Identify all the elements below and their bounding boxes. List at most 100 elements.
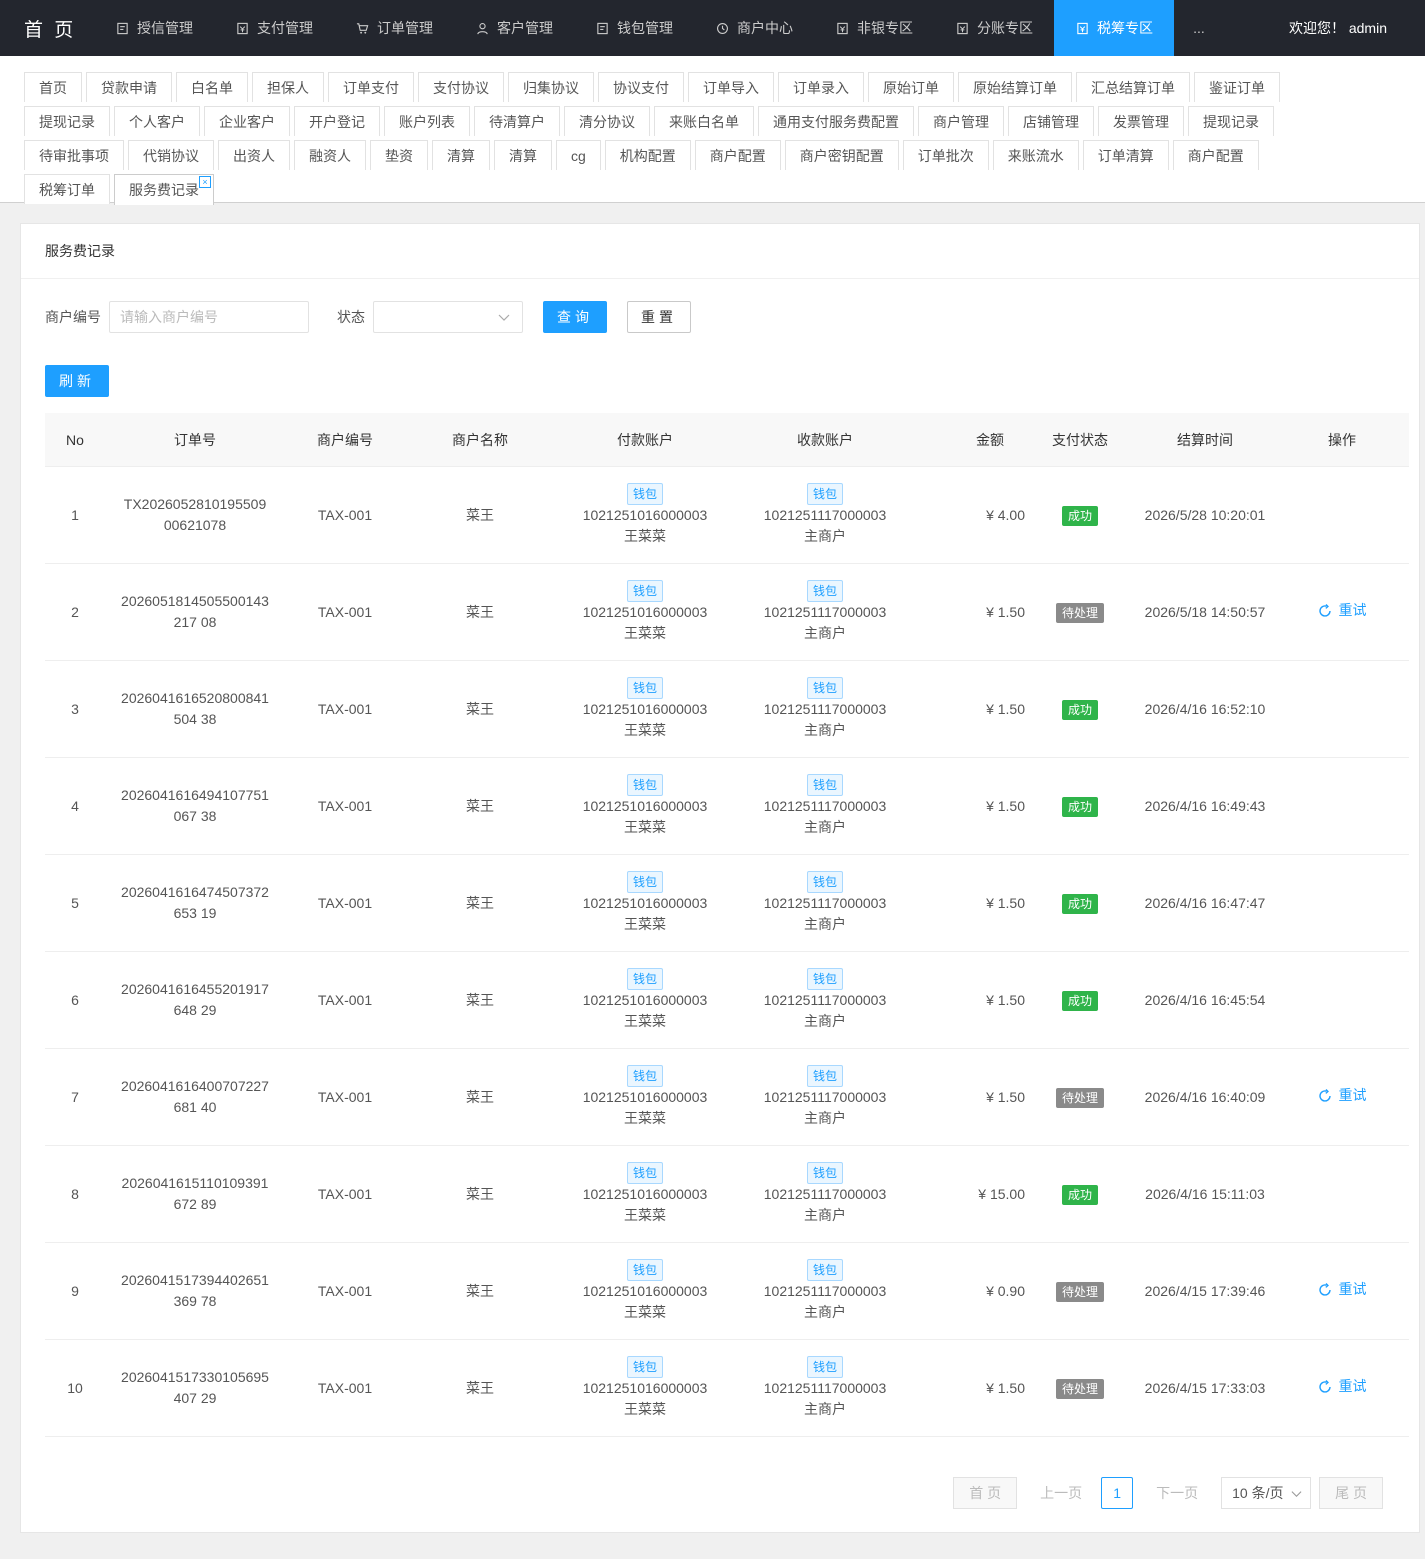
order-number: 2026041616520800841504 38 — [121, 690, 269, 727]
doc-icon — [595, 21, 609, 35]
tab-row3-8[interactable]: 机构配置 — [604, 140, 691, 170]
tab-row2-6[interactable]: 清分协议 — [564, 106, 650, 136]
tab-row1-9[interactable]: 订单录入 — [778, 72, 864, 102]
tab-label: cg — [571, 147, 586, 164]
tab-row2-10[interactable]: 店铺管理 — [1008, 106, 1094, 136]
column-header: 操作 — [1328, 431, 1356, 448]
retry-button[interactable]: 重试 — [1318, 1279, 1367, 1300]
menu-item-2[interactable]: 订单管理 — [334, 0, 454, 56]
menu-item-7[interactable]: 分账专区 — [934, 0, 1054, 56]
order-cell: 2026041615110109391672 89 — [105, 1173, 285, 1215]
tab-row1-6[interactable]: 归集协议 — [508, 72, 594, 102]
refresh-icon — [1318, 1088, 1339, 1103]
wallet-tag: 钱包 — [806, 1356, 843, 1378]
tab-row2-2[interactable]: 企业客户 — [204, 106, 290, 136]
merchant-no-input[interactable] — [109, 301, 309, 333]
tab-row3-7[interactable]: cg — [556, 140, 601, 170]
tab-row3-6[interactable]: 清算 — [494, 140, 552, 170]
tab-row3-1[interactable]: 代销协议 — [128, 140, 214, 170]
menu-item-8[interactable]: 税筹专区 — [1054, 0, 1174, 56]
menu-more-button[interactable]: ... — [1174, 0, 1224, 56]
tab-row1-13[interactable]: 鉴证订单 — [1194, 72, 1280, 102]
account-block: 钱包 1021251016000003 王菜菜 — [555, 1259, 735, 1323]
tab-row2-3[interactable]: 开户登记 — [294, 106, 380, 136]
status-cell: 成功 — [1025, 699, 1135, 720]
menu-item-0[interactable]: 授信管理 — [94, 0, 214, 56]
status-badge: 待处理 — [1055, 1087, 1104, 1108]
merchant-name: 菜王 — [466, 991, 494, 1008]
tab-row3-14[interactable]: 商户配置 — [1172, 140, 1259, 170]
tab-row2-4[interactable]: 账户列表 — [384, 106, 470, 136]
tab-row2-8[interactable]: 通用支付服务费配置 — [758, 106, 914, 136]
tab-row2-9[interactable]: 商户管理 — [918, 106, 1004, 136]
close-icon[interactable]: × — [199, 176, 211, 188]
tab-row3-5[interactable]: 清算 — [432, 140, 490, 170]
account-name: 主商户 — [804, 528, 846, 544]
tab-label: 首页 — [39, 79, 67, 96]
query-button[interactable]: 查询 — [543, 301, 607, 333]
refresh-icon — [1318, 1379, 1339, 1394]
menu-item-label: 支付管理 — [257, 20, 313, 36]
home-brand-link[interactable]: 首 页 — [0, 0, 94, 56]
page-size-select[interactable]: 10 条/页 — [1221, 1477, 1312, 1509]
tab-label: 原始结算订单 — [973, 79, 1057, 96]
status-select[interactable] — [373, 301, 523, 333]
menu-item-3[interactable]: 客户管理 — [454, 0, 574, 56]
tab-label: 店铺管理 — [1023, 113, 1079, 130]
tab-row2-12[interactable]: 提现记录 — [1188, 106, 1274, 136]
tab-label: 订单录入 — [793, 79, 849, 96]
tab-row1-2[interactable]: 白名单 — [176, 72, 248, 102]
tab-row1-3[interactable]: 担保人 — [252, 72, 324, 102]
tab-label: 代销协议 — [143, 147, 199, 164]
next-page-button[interactable]: 下一页 — [1141, 1477, 1213, 1509]
menu-item-5[interactable]: 商户中心 — [694, 0, 814, 56]
account-block: 钱包 1021251016000003 王菜菜 — [555, 1356, 735, 1420]
tab-row1-10[interactable]: 原始订单 — [868, 72, 954, 102]
account-number: 1021251117000003 — [763, 701, 887, 717]
menu-item-6[interactable]: 非银专区 — [814, 0, 934, 56]
tab-row3-13[interactable]: 订单清算 — [1082, 140, 1169, 170]
order-number: 2026051814505500143217 08 — [121, 593, 269, 630]
tab-row3-12[interactable]: 来账流水 — [992, 140, 1079, 170]
tab-row2-1[interactable]: 个人客户 — [114, 106, 200, 136]
tab-row2-7[interactable]: 来账白名单 — [654, 106, 754, 136]
prev-page-button[interactable]: 上一页 — [1025, 1477, 1097, 1509]
tab-row3-11[interactable]: 订单批次 — [902, 140, 989, 170]
tab-row3-10[interactable]: 商户密钥配置 — [784, 140, 899, 170]
tab-row1-8[interactable]: 订单导入 — [688, 72, 774, 102]
tab-row3-9[interactable]: 商户配置 — [694, 140, 781, 170]
retry-button[interactable]: 重试 — [1318, 1085, 1367, 1106]
wallet-icon — [1075, 21, 1089, 35]
menu-item-4[interactable]: 钱包管理 — [574, 0, 694, 56]
status-badge: 成功 — [1061, 1184, 1098, 1205]
tab-row1-0[interactable]: 首页 — [24, 72, 82, 102]
page-number-current[interactable]: 1 — [1101, 1477, 1134, 1509]
last-page-button[interactable]: 尾 页 — [1319, 1477, 1383, 1509]
retry-button[interactable]: 重试 — [1318, 1376, 1367, 1397]
menu-item-1[interactable]: 支付管理 — [214, 0, 334, 56]
welcome-user[interactable]: 欢迎您！ admin — [1289, 0, 1387, 56]
tab-row2-5[interactable]: 待清算户 — [474, 106, 560, 136]
tab-row3-4[interactable]: 垫资 — [370, 140, 428, 170]
tab-row1-11[interactable]: 原始结算订单 — [958, 72, 1072, 102]
tab-row3-2[interactable]: 出资人 — [218, 140, 290, 170]
row-number: 5 — [71, 894, 79, 911]
tab-row4-0[interactable]: 税筹订单 — [24, 174, 110, 204]
tab-row1-5[interactable]: 支付协议 — [418, 72, 504, 102]
amount: ¥ 1.50 — [986, 894, 1025, 911]
tab-row1-7[interactable]: 协议支付 — [598, 72, 684, 102]
refresh-button[interactable]: 刷新 — [45, 365, 109, 397]
tab-row4-1[interactable]: 服务费记录 × — [114, 174, 214, 205]
payee-account-cell: 钱包 1021251117000003 主商户 — [735, 871, 915, 935]
first-page-button[interactable]: 首 页 — [953, 1477, 1018, 1509]
tab-row1-1[interactable]: 贷款申请 — [86, 72, 172, 102]
tab-row3-3[interactable]: 融资人 — [294, 140, 366, 170]
retry-button[interactable]: 重试 — [1318, 600, 1367, 621]
tab-row1-12[interactable]: 汇总结算订单 — [1076, 72, 1190, 102]
reset-button[interactable]: 重置 — [627, 301, 691, 333]
tab-row2-11[interactable]: 发票管理 — [1098, 106, 1184, 136]
tab-row1-4[interactable]: 订单支付 — [328, 72, 414, 102]
tab-row2-0[interactable]: 提现记录 — [24, 106, 110, 136]
account-name: 主商户 — [804, 722, 846, 738]
tab-row3-0[interactable]: 待审批事项 — [24, 140, 124, 170]
